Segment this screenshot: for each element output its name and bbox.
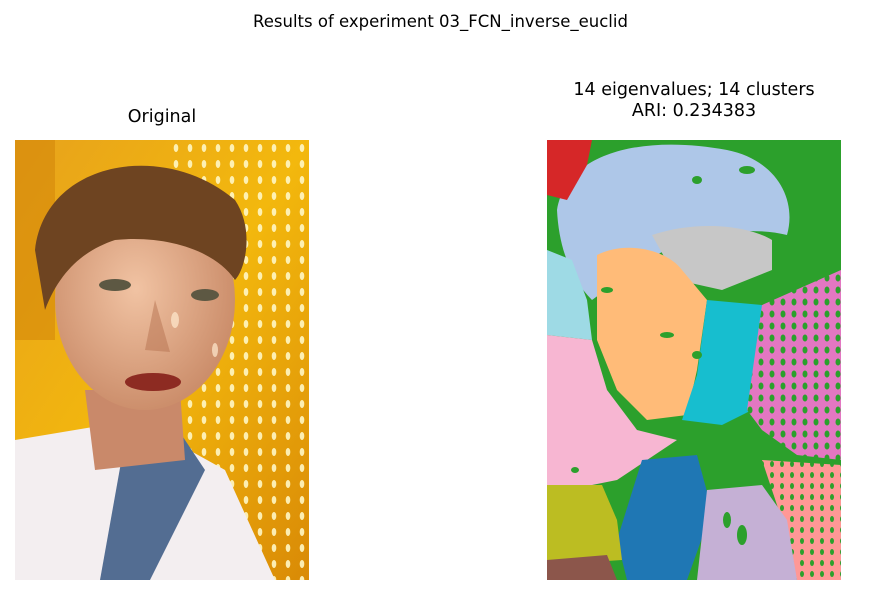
segmentation-panel-title: 14 eigenvalues; 14 clusters ARI: 0.23438…	[497, 80, 881, 122]
original-photo	[15, 140, 309, 580]
eigenvalues-clusters-label: 14 eigenvalues; 14 clusters	[573, 80, 815, 100]
ari-score-label: ARI: 0.234383	[631, 101, 757, 121]
original-panel-title: Original	[127, 107, 197, 127]
figure-suptitle: Results of experiment 03_FCN_inverse_euc…	[253, 12, 628, 31]
segmentation-map	[547, 140, 841, 580]
